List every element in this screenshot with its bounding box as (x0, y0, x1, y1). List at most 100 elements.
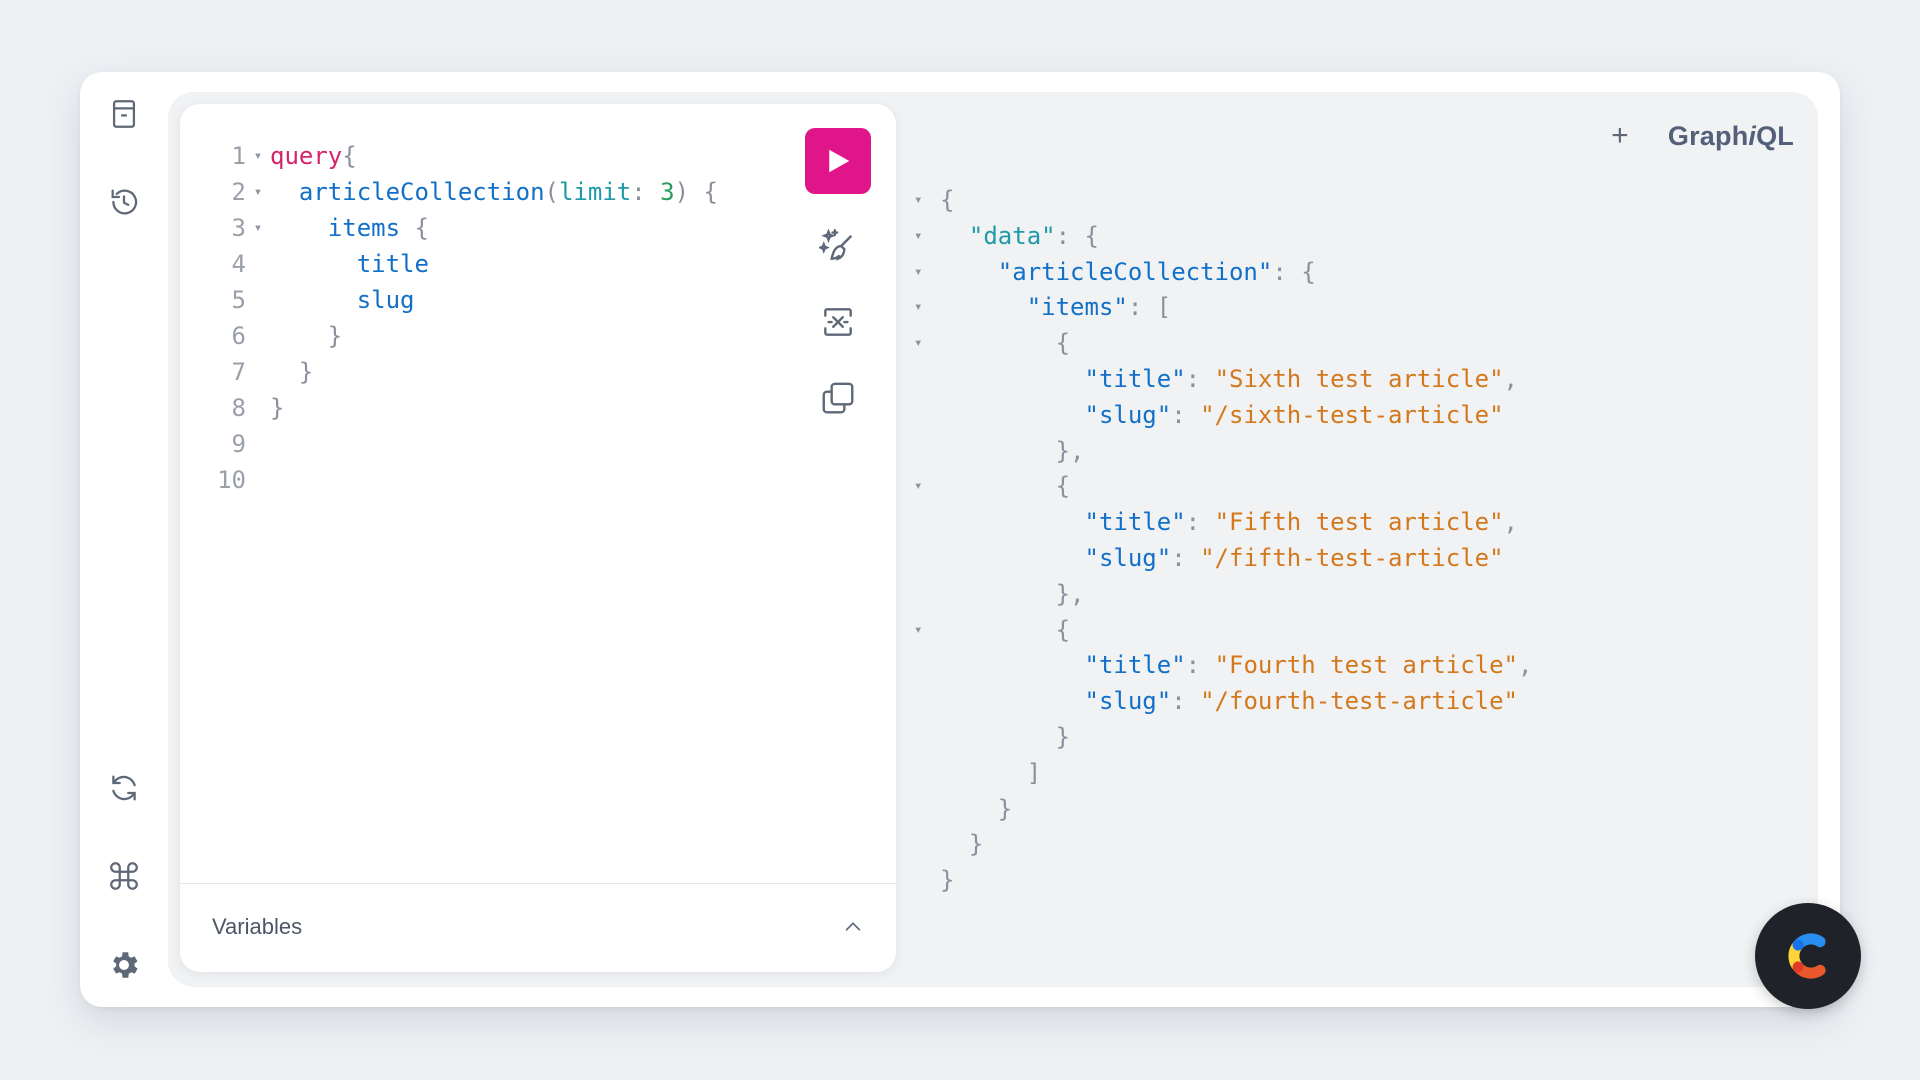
query-line[interactable]: 5 slug (206, 282, 718, 318)
execute-query-button[interactable] (805, 128, 871, 194)
code-token: } (270, 394, 285, 422)
fold-gutter (914, 540, 940, 576)
fold-toggle-icon[interactable]: ▾ (914, 289, 940, 325)
fold-gutter (914, 576, 940, 612)
fold-toggle-icon[interactable]: ▾ (914, 612, 940, 648)
line-number: 8 (231, 394, 246, 422)
fold-toggle-icon[interactable]: ▾ (914, 218, 940, 254)
json-token: "slug" (1084, 687, 1172, 716)
line-number: 7 (231, 358, 246, 386)
result-line: }, (914, 576, 1532, 612)
copy-query-button[interactable] (805, 374, 871, 422)
query-code[interactable]: 1 ▾ query{2 ▾ articleCollection(limit: 3) {… (206, 138, 718, 498)
fold-gutter (246, 390, 270, 426)
fold-gutter (914, 826, 940, 862)
fold-gutter (914, 647, 940, 683)
result-line: ] (914, 755, 1532, 791)
query-line[interactable]: 9 (206, 426, 718, 462)
contentful-logo-svg (1788, 933, 1826, 979)
query-editor[interactable]: 1 ▾ query{2 ▾ articleCollection(limit: 3) {… (180, 104, 896, 972)
prettify-button[interactable] (805, 222, 871, 270)
json-token: , (1518, 651, 1533, 680)
variables-toggle-button[interactable] (840, 914, 866, 940)
fold-toggle-icon[interactable]: ▾ (246, 138, 270, 174)
code-token: articleCollection (298, 178, 545, 206)
json-token: : (1171, 543, 1201, 572)
json-token: "Sixth test article" (1214, 364, 1504, 393)
fold-gutter (914, 683, 940, 719)
json-token: : (1185, 651, 1215, 680)
merge-fragments-button[interactable] (805, 298, 871, 346)
json-token: "articleCollection" (997, 257, 1273, 286)
query-line[interactable]: 2 ▾ articleCollection(limit: 3) { (206, 174, 718, 210)
shortcuts-icon[interactable] (100, 852, 148, 900)
json-token: : { (1055, 221, 1099, 250)
fold-gutter (914, 504, 940, 540)
code-token: { (400, 214, 429, 242)
contentful-logo-icon[interactable] (1755, 903, 1861, 1009)
line-number: 6 (231, 322, 246, 350)
settings-icon[interactable] (100, 941, 148, 989)
code-token: } (327, 322, 343, 350)
fold-toggle-icon[interactable]: ▾ (914, 325, 940, 361)
line-number: 4 (231, 250, 246, 278)
fold-toggle-icon[interactable]: ▾ (914, 182, 940, 218)
json-token: "/fourth-test-article" (1200, 687, 1518, 716)
query-line[interactable]: 6 } (206, 318, 718, 354)
query-line[interactable]: 1 ▾ query{ (206, 138, 718, 174)
docs-icon[interactable] (100, 90, 148, 138)
line-number: 3 (231, 214, 246, 242)
query-line[interactable]: 3 ▾ items { (206, 210, 718, 246)
refetch-schema-icon[interactable] (100, 764, 148, 812)
json-token: "data" (968, 221, 1056, 250)
new-tab-button[interactable]: + (1600, 116, 1640, 156)
logo-text-suffix: QL (1756, 120, 1794, 151)
fold-toggle-icon[interactable]: ▾ (246, 210, 270, 246)
result-line: "title": "Fifth test article", (914, 504, 1532, 540)
graphiql-window: 1 ▾ query{2 ▾ articleCollection(limit: 3) {… (80, 72, 1840, 1007)
prettify-icon (819, 228, 852, 261)
editor-toolbar (805, 128, 871, 422)
result-line: ▾{ (914, 182, 1532, 218)
result-line: ▾ { (914, 612, 1532, 648)
query-line[interactable]: 10 (206, 462, 718, 498)
code-token: slug (356, 286, 415, 314)
merge-icon (824, 308, 852, 336)
graphiql-logo: GraphiQL (1668, 121, 1794, 152)
chevron-up-icon (845, 922, 861, 931)
json-token: "title" (1084, 508, 1186, 537)
json-token: , (1503, 364, 1518, 393)
line-number: 9 (231, 430, 246, 458)
json-token: : (1185, 508, 1215, 537)
json-token: : (1171, 400, 1201, 429)
variables-label[interactable]: Variables (212, 914, 302, 940)
result-line: ▾ { (914, 468, 1532, 504)
code-token: { (342, 142, 357, 170)
play-icon (829, 149, 850, 173)
fold-gutter (914, 791, 940, 827)
result-viewer[interactable]: ▾{▾ "data": {▾ "articleCollection": {▾ "… (914, 182, 1532, 898)
logo-text-prefix: Graph (1667, 120, 1749, 151)
fold-toggle-icon[interactable]: ▾ (914, 254, 940, 290)
query-line[interactable]: 7 } (206, 354, 718, 390)
json-token: }, (1055, 436, 1085, 465)
result-line: } (914, 862, 1532, 898)
history-icon[interactable] (100, 178, 148, 226)
result-line: "slug": "/fifth-test-article" (914, 540, 1532, 576)
fold-gutter (246, 354, 270, 390)
fold-gutter (246, 246, 270, 282)
line-number: 10 (217, 466, 246, 494)
result-line: ▾ "items": [ (914, 289, 1532, 325)
query-line[interactable]: 8} (206, 390, 718, 426)
fold-toggle-icon[interactable]: ▾ (246, 174, 270, 210)
query-line[interactable]: 4 title (206, 246, 718, 282)
fold-gutter (914, 397, 940, 433)
json-token: { (1055, 615, 1071, 644)
fold-toggle-icon[interactable]: ▾ (914, 468, 940, 504)
